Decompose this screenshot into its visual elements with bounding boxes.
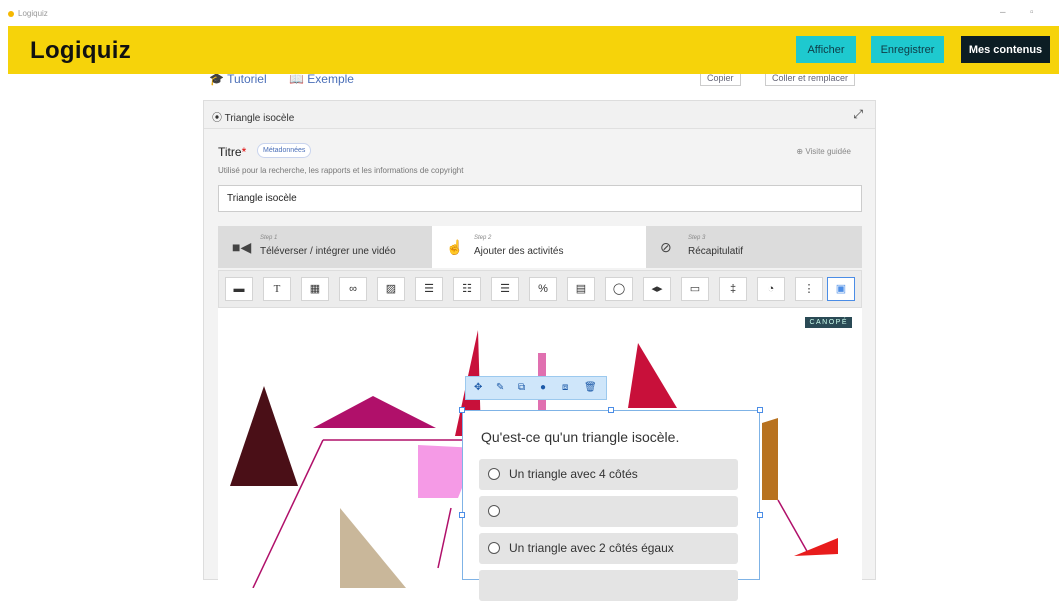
step-number: Step 3 <box>688 235 706 241</box>
resize-handle[interactable] <box>608 407 614 413</box>
delete-icon[interactable]: 🗑 <box>584 382 597 393</box>
step-label: Téléverser / intégrer une vidéo <box>260 246 396 257</box>
title-input[interactable] <box>218 185 862 212</box>
app-logo: Logiquiz <box>30 37 132 64</box>
copier-button[interactable]: Copier <box>700 74 741 86</box>
tan-triangle[interactable] <box>340 508 406 588</box>
dark-red-triangle[interactable] <box>230 386 298 486</box>
step-label: Ajouter des activités <box>474 246 564 257</box>
maximize-icon[interactable]: ▫ <box>1030 7 1034 18</box>
text-tool-icon[interactable]: T <box>263 277 291 301</box>
content-type-icon: ⦿ <box>212 113 222 124</box>
step-tab-upload[interactable]: ■◀ Step 1 Téléverser / intégrer une vidé… <box>218 226 432 268</box>
link-tool-icon[interactable]: ∞ <box>339 277 367 301</box>
tutoriel-label: Tutoriel <box>227 74 267 86</box>
step-label: Récapitulatif <box>688 246 744 257</box>
answer-label: Un triangle avec 2 côtés égaux <box>509 541 674 555</box>
guide-label: Visite guidée <box>805 147 851 156</box>
step-tab-summary[interactable]: ⊘ Step 3 Récapitulatif <box>646 226 860 268</box>
title-description: Utilisé pour la recherche, les rapports … <box>218 166 464 175</box>
graduation-cap-icon: 🎓 <box>209 74 224 86</box>
clipboard-tool-icon[interactable]: ▣ <box>827 277 855 301</box>
editor-top-links: 🎓 Tutoriel 📖 Exemple Copier Coller et re… <box>203 74 876 90</box>
touch-icon: ☝ <box>446 239 464 255</box>
enregistrer-button[interactable]: Enregistrer <box>871 36 944 63</box>
resize-handle[interactable] <box>757 512 763 518</box>
answer-option[interactable]: Un triangle avec 2 côtés égaux <box>479 533 738 564</box>
edit-icon[interactable]: ✎ <box>496 382 504 393</box>
magenta-triangle[interactable] <box>313 396 436 428</box>
copy-icon[interactable]: ⧉ <box>518 382 525 393</box>
radio-icon[interactable] <box>488 542 500 554</box>
coller-button[interactable]: Coller et remplacer <box>765 74 856 86</box>
step-tabs: ■◀ Step 1 Téléverser / intégrer une vidé… <box>218 226 862 268</box>
multichoice-tool-icon[interactable]: ☷ <box>453 277 481 301</box>
guide-link[interactable]: ⊕ Visite guidée <box>796 147 851 156</box>
question-text: Qu'est-ce qu'un triangle isocèle. <box>481 429 680 445</box>
answer-option[interactable]: Un triangle avec 4 côtés <box>479 459 738 490</box>
red-triangle-right[interactable] <box>628 343 677 408</box>
step-tab-activities[interactable]: ☝ Step 2 Ajouter des activités <box>432 226 646 268</box>
exemple-label: Exemple <box>307 74 354 86</box>
resize-handle[interactable] <box>459 512 465 518</box>
required-mark: * <box>241 145 247 159</box>
fill-blanks-tool-icon[interactable]: ▤ <box>567 277 595 301</box>
percent-tool-icon[interactable]: % <box>529 277 557 301</box>
resize-handle[interactable] <box>459 407 465 413</box>
audio-tool-icon[interactable]: ◂▸ <box>643 277 671 301</box>
element-mini-toolbar: ✥ ✎ ⧉ ● ⧈ 🗑 <box>465 376 607 400</box>
mes-contenus-button[interactable]: Mes contenus <box>961 36 1050 63</box>
answer-option[interactable] <box>479 496 738 527</box>
radio-icon[interactable] <box>488 468 500 480</box>
step-number: Step 2 <box>474 235 492 241</box>
window-title: Logiquiz <box>18 9 48 18</box>
title-field-label: Titre* <box>218 145 246 159</box>
crossroads-tool-icon[interactable]: ‡ <box>719 277 747 301</box>
move-icon[interactable]: ✥ <box>474 382 482 393</box>
activities-toolbar: ▬ T ▦ ∞ ▨ ☰ ☷ ☰ % ▤ ◯ ◂▸ ▭ ‡ ◔ ⋮ ▣ <box>218 270 862 308</box>
exemple-link[interactable]: 📖 Exemple <box>289 74 354 86</box>
editor-header: ⦿ Triangle isocèle ⤢ <box>204 101 875 129</box>
app-icon <box>8 11 14 17</box>
step-number: Step 1 <box>260 235 278 241</box>
answer-label: Un triangle avec 4 côtés <box>509 467 638 481</box>
list-tool-icon[interactable]: ☰ <box>415 277 443 301</box>
book-icon: 📖 <box>289 74 304 86</box>
drag-text-tool-icon[interactable]: ▭ <box>681 277 709 301</box>
checklist-tool-icon[interactable]: ☰ <box>491 277 519 301</box>
question-box[interactable]: Qu'est-ce qu'un triangle isocèle. Un tri… <box>462 410 760 601</box>
outline-line-right <box>777 499 809 554</box>
afficher-button[interactable]: Afficher <box>796 36 856 63</box>
app-header: Logiquiz Afficher Enregistrer Mes conten… <box>8 26 1059 74</box>
editor-header-title: ⦿ Triangle isocèle <box>212 109 294 124</box>
resize-handle[interactable] <box>757 407 763 413</box>
window-titlebar: Logiquiz – ▫ <box>0 0 1059 26</box>
more-tool-icon[interactable]: ⋮ <box>795 277 823 301</box>
editor-header-label: Triangle isocèle <box>224 113 295 124</box>
help-icon: ⊕ <box>796 147 804 156</box>
hotspot-tool-icon[interactable]: ◔ <box>757 277 785 301</box>
metadata-button[interactable]: Métadonnées <box>257 143 312 158</box>
radio-icon[interactable] <box>488 505 500 517</box>
tutoriel-link[interactable]: 🎓 Tutoriel <box>209 74 267 86</box>
minimize-icon[interactable]: – <box>1000 7 1006 18</box>
answer-option[interactable] <box>479 570 738 601</box>
expand-icon[interactable]: ⤢ <box>853 107 863 122</box>
table-tool-icon[interactable]: ▦ <box>301 277 329 301</box>
title-label-text: Titre <box>218 145 242 159</box>
duplicate-icon[interactable]: ⧈ <box>562 382 568 393</box>
outline-line-mid <box>437 507 452 569</box>
label-tool-icon[interactable]: ▬ <box>225 277 253 301</box>
check-circle-icon: ⊘ <box>660 239 672 255</box>
bring-front-icon[interactable]: ● <box>540 382 546 393</box>
orange-shape[interactable] <box>762 418 778 500</box>
speech-bubble-tool-icon[interactable]: ◯ <box>605 277 633 301</box>
image-tool-icon[interactable]: ▨ <box>377 277 405 301</box>
video-icon: ■◀ <box>232 239 252 255</box>
